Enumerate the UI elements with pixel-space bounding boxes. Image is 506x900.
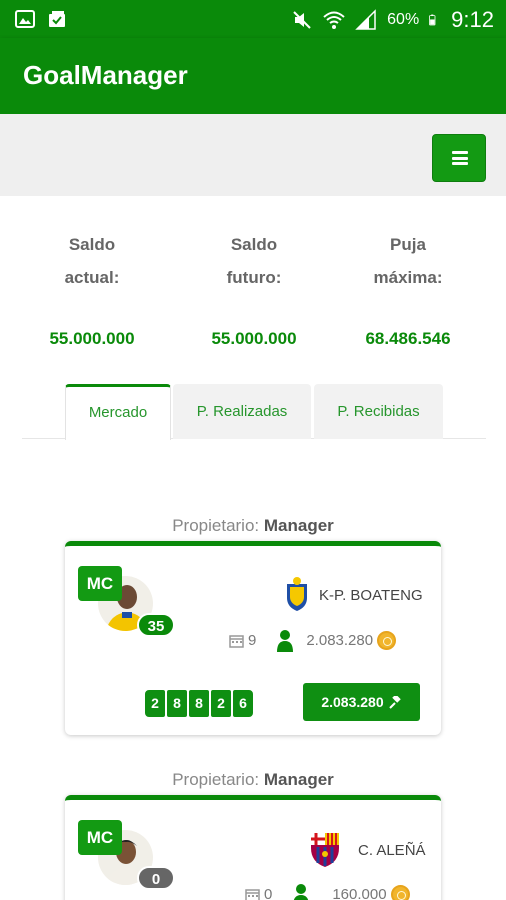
clock: 9:12 — [451, 7, 494, 32]
tab-recibidas[interactable]: P. Recibidas — [314, 384, 443, 439]
points-history: 2 8 8 2 6 — [145, 690, 253, 717]
stat-future-balance: Saldo futuro: 55.000.000 — [174, 228, 334, 348]
image-icon — [15, 10, 35, 28]
stat-label: actual: — [64, 268, 120, 287]
stat-label: futuro: — [226, 268, 282, 287]
score-pill: 35 — [137, 613, 175, 637]
stat-value: 55.000.000 — [211, 329, 297, 348]
stat-max-bid: Puja máxima: 68.486.546 — [328, 228, 488, 348]
owner-name: Manager — [263, 770, 334, 789]
player-name: C. ALEÑÁ — [358, 842, 426, 859]
owner-label: Propietario: — [172, 516, 260, 535]
stat-label: Puja — [390, 235, 426, 254]
points-cell: 8 — [167, 690, 187, 717]
matches-count: 0 — [264, 885, 273, 900]
signal-icon — [355, 9, 376, 30]
coin-icon — [390, 884, 410, 900]
status-bar: 60% 9:12 — [0, 0, 506, 38]
points-cell: 8 — [189, 690, 209, 717]
calendar-icon — [229, 634, 244, 648]
user-icon — [294, 884, 309, 900]
player-meta: 0 160.000 — [245, 882, 410, 900]
player-card[interactable]: MC 35 K-P. BOATENG 9 2.083.280 2 8 8 2 6… — [65, 541, 441, 735]
menu-icon — [452, 151, 468, 165]
stat-current-balance: Saldo actual: 55.000.000 — [12, 228, 172, 348]
tab-bar: Mercado P. Realizadas P. Recibidas — [22, 384, 486, 440]
bid-amount: 2.083.280 — [321, 694, 384, 710]
gallery-check-icon — [49, 11, 65, 27]
player-value: 160.000 — [332, 885, 387, 900]
player-name: K-P. BOATENG — [319, 587, 423, 604]
owner-label: Propietario: — [172, 770, 260, 789]
team-crest-icon — [311, 833, 339, 867]
position-badge: MC — [78, 566, 122, 601]
score-pill: 0 — [137, 866, 175, 890]
points-cell: 2 — [145, 690, 165, 717]
points-cell: 2 — [211, 690, 231, 717]
stat-value: 55.000.000 — [49, 329, 135, 348]
mute-icon — [293, 11, 311, 29]
stat-value: 68.486.546 — [365, 329, 451, 348]
wifi-icon — [323, 11, 345, 29]
balance-stats: Saldo actual: 55.000.000 Saldo futuro: 5… — [0, 228, 506, 358]
toolbar — [0, 114, 506, 196]
team-crest-icon — [287, 577, 307, 611]
stat-label: Saldo — [230, 235, 278, 254]
gavel-icon — [388, 695, 401, 709]
player-value: 2.083.280 — [306, 631, 374, 649]
stat-label: máxima: — [373, 268, 443, 287]
stat-label: Saldo — [68, 235, 116, 254]
owner-line: Propietario: Manager — [0, 770, 506, 790]
battery-icon — [429, 14, 436, 26]
coin-icon — [377, 630, 397, 650]
bid-button[interactable]: 2.083.280 — [303, 683, 420, 721]
user-icon — [277, 630, 294, 652]
tab-mercado[interactable]: Mercado — [65, 384, 171, 440]
player-meta: 9 2.083.280 — [229, 628, 397, 652]
owner-line: Propietario: Manager — [0, 516, 506, 536]
position-badge: MC — [78, 820, 122, 855]
matches-count: 9 — [248, 631, 257, 649]
tab-realizadas[interactable]: P. Realizadas — [173, 384, 311, 439]
points-cell: 6 — [233, 690, 253, 717]
app-bar: GoalManager — [0, 38, 506, 114]
owner-name: Manager — [263, 516, 334, 535]
battery-percent: 60% — [387, 11, 420, 28]
app-title: GoalManager — [23, 60, 188, 90]
player-card[interactable]: MC 0 C. ALEÑÁ 0 160.000 — [65, 795, 441, 900]
menu-button[interactable] — [432, 134, 486, 182]
calendar-icon — [245, 888, 260, 900]
